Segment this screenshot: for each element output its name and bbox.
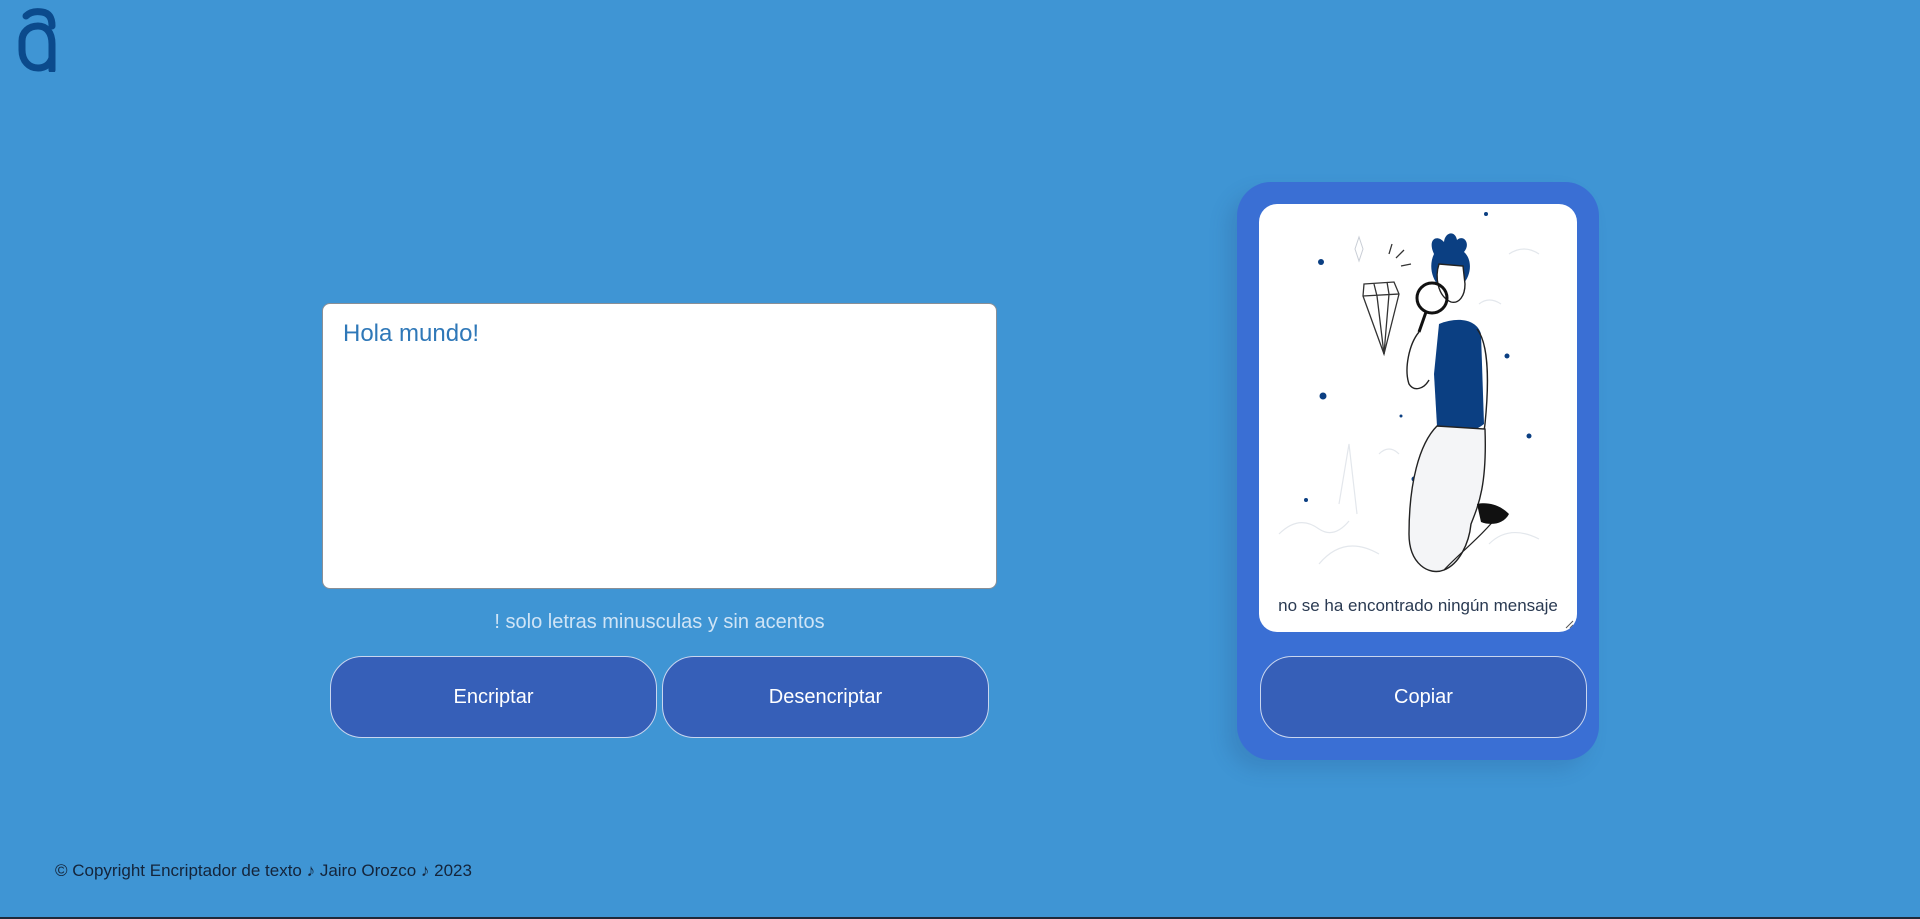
input-hint: ! solo letras minusculas y sin acentos (494, 611, 825, 633)
empty-message: no se ha encontrado ningún mensaje (1278, 596, 1558, 615)
footer-copyright: © Copyright Encriptador de texto ♪ Jairo… (55, 861, 472, 880)
text-input[interactable] (322, 303, 997, 589)
decrypt-button[interactable]: Desencriptar (662, 656, 989, 738)
output-area[interactable]: no se ha encontrado ningún mensaje (1259, 204, 1577, 632)
page: ! solo letras minusculas y sin acentos E… (0, 0, 1920, 919)
resize-handle-icon[interactable] (1564, 619, 1574, 629)
alura-logo-icon[interactable] (18, 6, 62, 72)
encrypt-button[interactable]: Encriptar (330, 656, 657, 738)
copy-button[interactable]: Copiar (1260, 656, 1587, 738)
person-magnifying-glass-icon (1278, 212, 1540, 573)
